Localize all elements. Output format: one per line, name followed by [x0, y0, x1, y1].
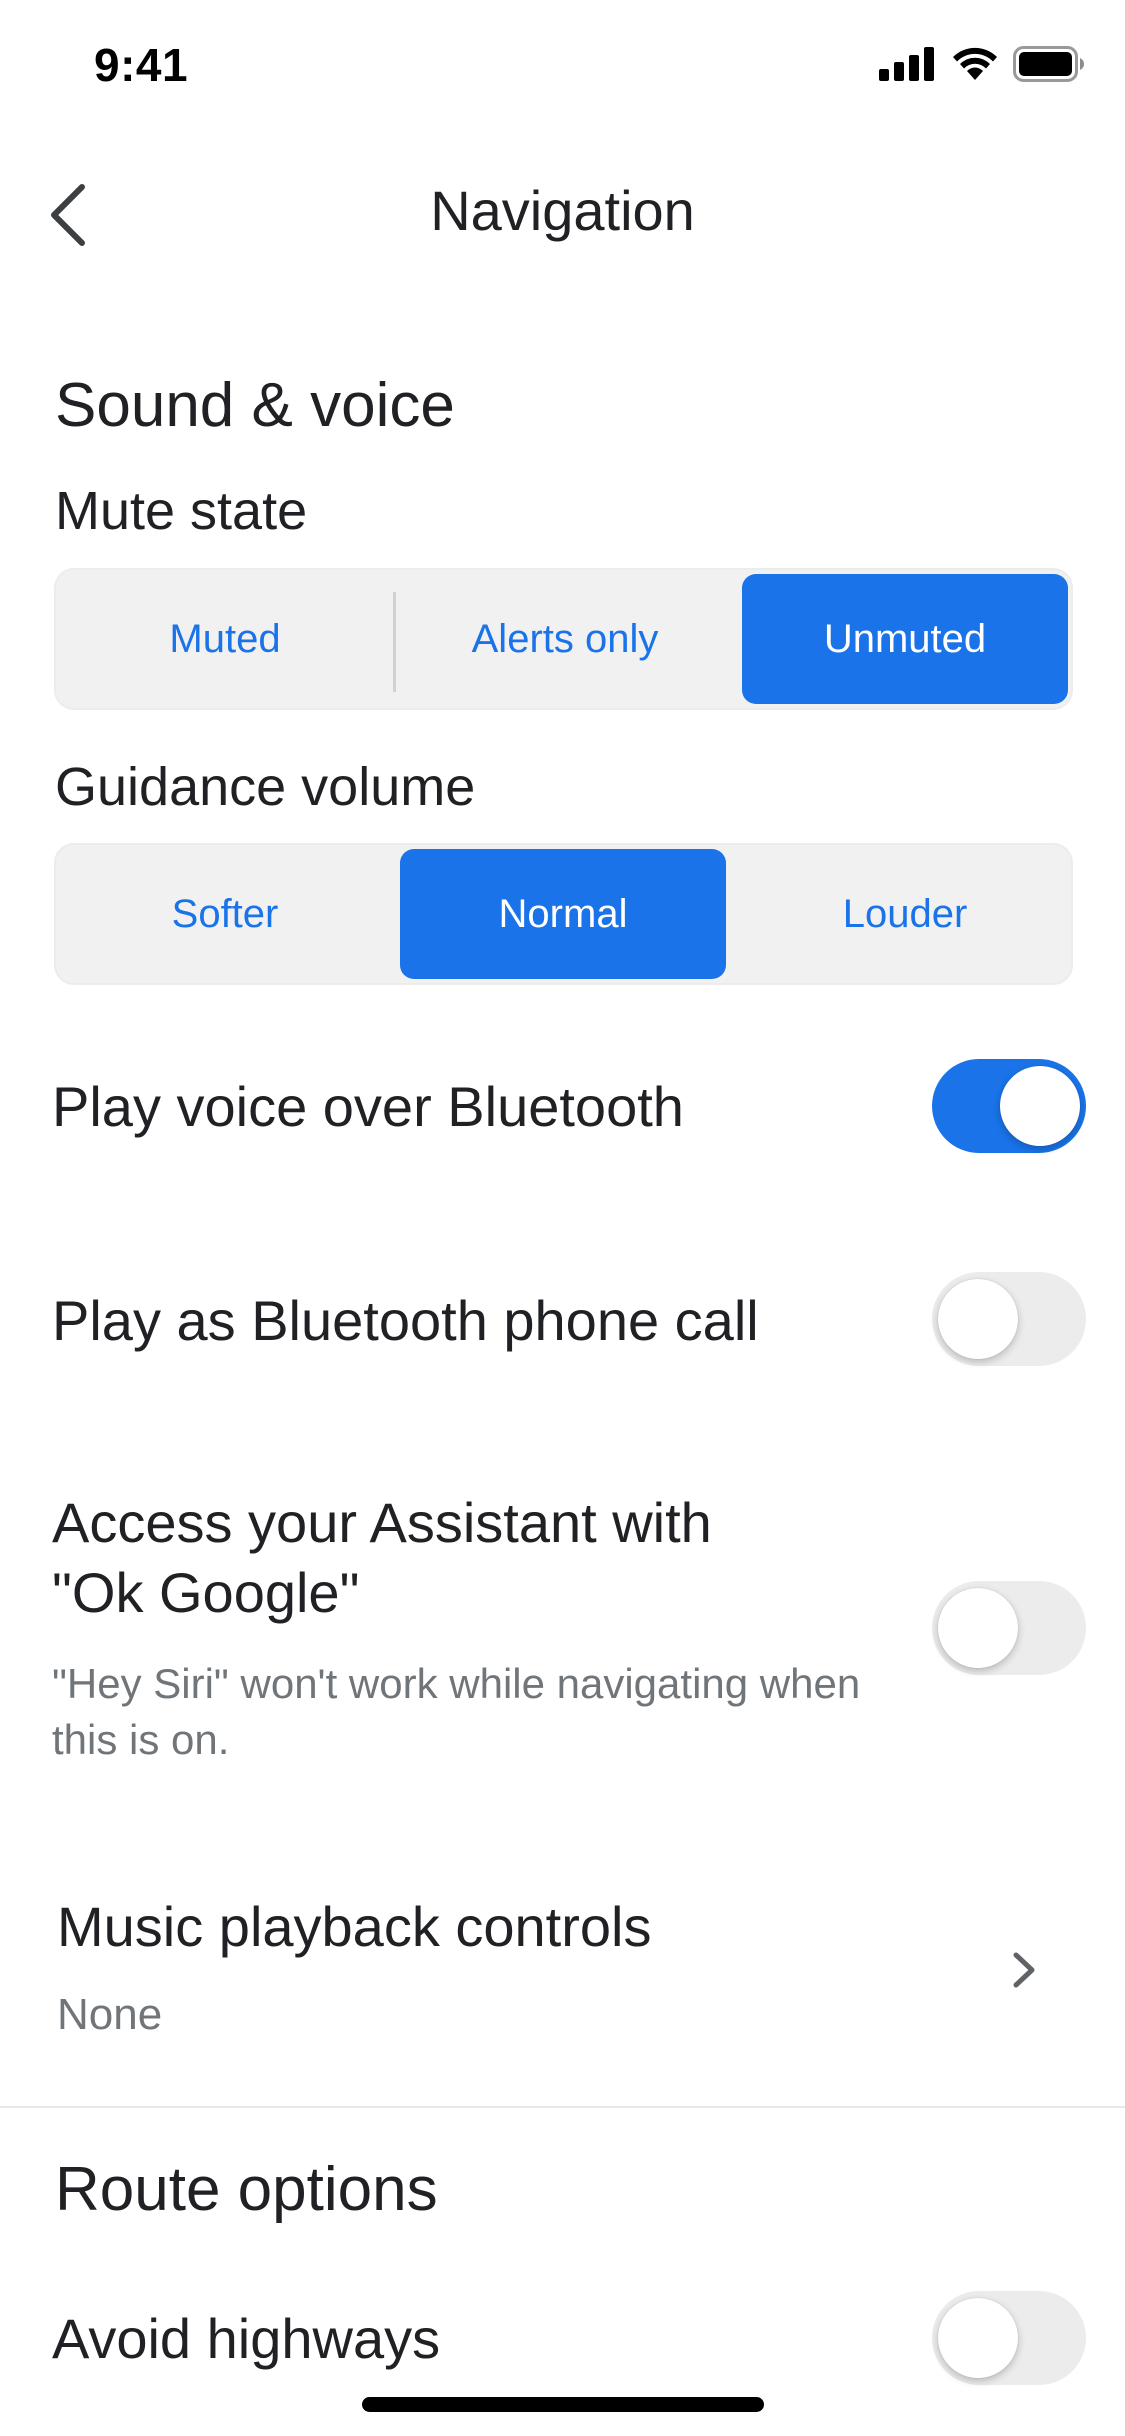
segment-divider: [393, 592, 396, 692]
ok-google-label-line2: "Ok Google": [52, 1561, 360, 1624]
volume-option-softer[interactable]: Softer: [62, 849, 388, 979]
toggle-knob: [938, 1588, 1018, 1668]
toggle-knob: [1000, 1066, 1080, 1146]
ok-google-description: "Hey Siri" won't work while navigating w…: [52, 1660, 861, 1763]
chevron-right-icon: [1004, 1945, 1044, 1995]
mute-option-alerts-only[interactable]: Alerts only: [400, 574, 730, 704]
mute-option-unmuted[interactable]: Unmuted: [742, 574, 1068, 704]
section-heading-sound-voice: Sound & voice: [55, 371, 455, 440]
section-heading-route-options: Route options: [55, 2155, 438, 2224]
toggle-knob: [938, 2298, 1018, 2378]
play-bluetooth-label: Play voice over Bluetooth: [52, 1075, 684, 1138]
mute-option-muted[interactable]: Muted: [62, 574, 388, 704]
section-divider: [0, 2106, 1125, 2108]
guidance-volume-label: Guidance volume: [55, 757, 476, 817]
mute-state-label: Mute state: [55, 481, 308, 541]
status-time: 9:41: [94, 39, 189, 91]
play-phone-call-label: Play as Bluetooth phone call: [52, 1289, 759, 1352]
avoid-highways-label: Avoid highways: [52, 2307, 441, 2370]
home-indicator: [362, 2397, 764, 2412]
play-bluetooth-toggle[interactable]: [932, 1059, 1086, 1153]
music-controls-value: None: [57, 1990, 163, 2039]
page-title: Navigation: [430, 179, 695, 242]
guidance-volume-segmented-control: Softer Normal Louder: [54, 843, 1073, 985]
mute-state-segmented-control: Muted Alerts only Unmuted: [54, 568, 1073, 710]
ok-google-toggle[interactable]: [932, 1581, 1086, 1675]
music-controls-label: Music playback controls: [57, 1895, 652, 1958]
volume-option-normal[interactable]: Normal: [400, 849, 726, 979]
battery-icon: [1013, 46, 1084, 82]
wifi-icon: [953, 47, 997, 80]
play-phone-call-toggle[interactable]: [932, 1272, 1086, 1366]
avoid-highways-toggle[interactable]: [932, 2291, 1086, 2385]
toggle-knob: [938, 1279, 1018, 1359]
status-icons: [879, 46, 1085, 82]
volume-option-louder[interactable]: Louder: [742, 849, 1068, 979]
cellular-signal-icon: [879, 47, 934, 81]
ok-google-label-line1: Access your Assistant with: [52, 1491, 712, 1554]
